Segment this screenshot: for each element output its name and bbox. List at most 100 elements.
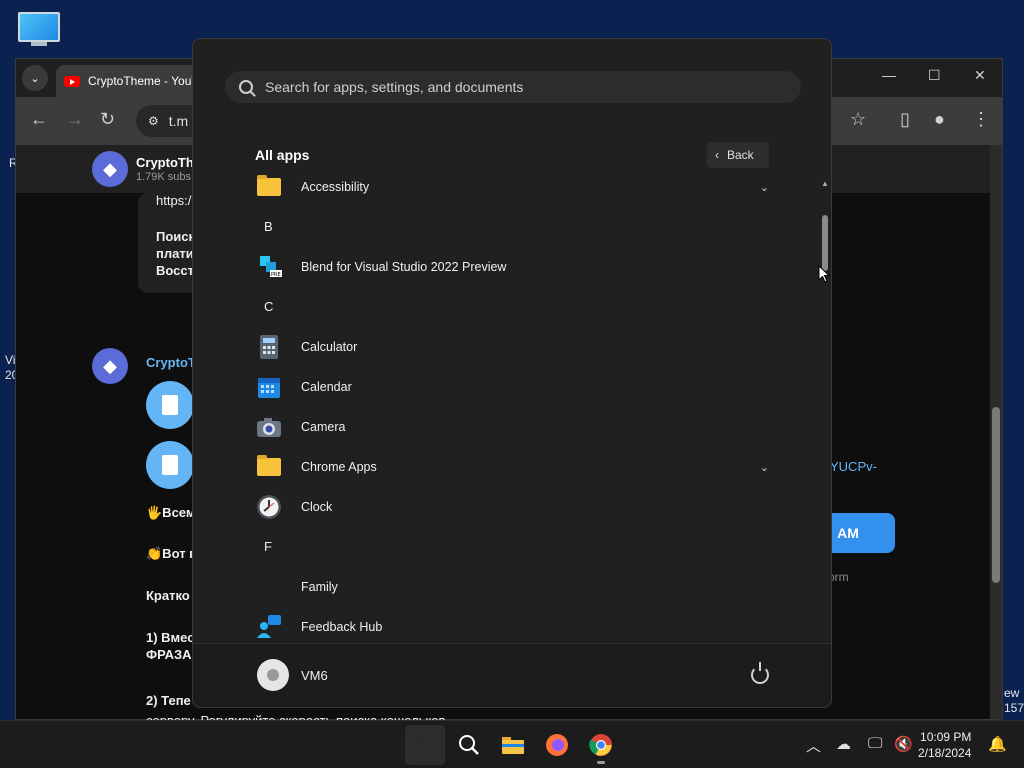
user-avatar-icon[interactable] (257, 659, 289, 691)
show-hidden-icons-chevron-icon[interactable]: ︿ (806, 735, 821, 756)
site-info-icon[interactable]: ⚙ (148, 114, 159, 128)
camera-icon (256, 414, 282, 440)
ethereum-avatar-icon: ◆ (92, 151, 128, 187)
app-item-feedback-hub[interactable]: Feedback Hub (249, 607, 779, 643)
forward-arrow-icon[interactable]: → (66, 109, 84, 130)
message-line: 👏Вот п (146, 546, 198, 561)
app-item-calendar[interactable]: Calendar (249, 367, 779, 407)
app-label: Chrome Apps (301, 460, 377, 474)
chevron-left-icon: ‹ (715, 148, 719, 162)
clock-date: 2/18/2024 (918, 746, 972, 760)
close-button[interactable]: ✕ (974, 67, 986, 84)
back-button[interactable]: ‹ Back (707, 142, 769, 168)
start-search-input[interactable]: Search for apps, settings, and documents (225, 71, 801, 103)
app-label: Feedback Hub (301, 620, 383, 634)
start-button[interactable] (405, 725, 445, 765)
app-label: Accessibility (301, 180, 370, 194)
subscriber-count: 1.79K subs (136, 171, 192, 183)
right-link[interactable]: YUCPv- (830, 459, 877, 474)
maximize-button[interactable]: ☐ (928, 67, 941, 84)
folder-icon (256, 174, 282, 200)
feedback-hub-icon (256, 614, 282, 640)
app-label: Calendar (301, 380, 352, 394)
chrome-icon (589, 734, 612, 756)
letter-header[interactable]: B (264, 219, 273, 234)
firefox-button[interactable] (537, 725, 577, 765)
sender-avatar-icon[interactable]: ◆ (92, 348, 128, 384)
message-line: ФРАЗА (146, 647, 192, 662)
side-panel-icon[interactable]: ▯ (900, 109, 910, 130)
bookmark-star-icon[interactable]: ☆ (850, 109, 866, 130)
chrome-button[interactable] (581, 725, 621, 765)
message-bubble: https:/ Поиск плати Восст (138, 193, 198, 293)
document-icon[interactable] (146, 381, 194, 429)
clock-time: 10:09 PM (920, 730, 972, 744)
scroll-up-arrow-icon[interactable]: ▲ (821, 179, 829, 188)
post-line: плати (156, 246, 194, 261)
youtube-icon (64, 75, 80, 87)
clock-icon (256, 494, 282, 520)
calendar-icon (256, 374, 282, 400)
mouse-cursor-icon (818, 265, 830, 283)
all-apps-list: Accessibility ⌄ B PRE Blend for Visual S… (193, 167, 821, 643)
desktop-edge-text: ew (1004, 686, 1020, 700)
app-label: Family (301, 580, 338, 594)
back-label: Back (727, 148, 754, 162)
message-line: 2) Тепе (146, 693, 191, 708)
message-line: 🖐️Всем (146, 505, 196, 520)
all-apps-title: All apps (255, 147, 310, 163)
app-label: Camera (301, 420, 346, 434)
document-icon[interactable] (146, 441, 194, 489)
app-item-clock[interactable]: Clock (249, 487, 779, 527)
letter-header[interactable]: C (264, 299, 273, 314)
tab-search-button[interactable]: ⌄ (22, 65, 48, 91)
app-item-accessibility[interactable]: Accessibility ⌄ (249, 167, 779, 207)
minimize-button[interactable]: — (882, 67, 896, 83)
app-label: Clock (301, 500, 333, 514)
this-pc-desktop-icon[interactable] (18, 12, 60, 48)
app-item-calculator[interactable]: Calculator (249, 327, 779, 367)
volume-muted-icon[interactable]: 🔇 (894, 735, 913, 753)
app-item-camera[interactable]: Camera (249, 407, 779, 447)
scrollbar-thumb[interactable] (822, 215, 828, 271)
search-button[interactable] (449, 725, 489, 765)
apps-list-scrollbar[interactable]: ▲ ▼ (821, 179, 829, 651)
search-icon (459, 735, 479, 755)
taskbar: ︿ ☁ 🖵 🔇 10:09 PM 2/18/2024 🔔 (0, 720, 1024, 768)
profile-icon[interactable]: ● (934, 109, 945, 130)
address-text: t.m (168, 113, 189, 129)
power-icon[interactable] (751, 662, 769, 684)
letter-header[interactable]: F (264, 539, 272, 554)
network-icon[interactable]: 🖵 (868, 735, 882, 752)
app-item-blend[interactable]: PRE Blend for Visual Studio 2022 Preview (249, 247, 779, 287)
app-item-family[interactable]: Family (249, 567, 779, 607)
app-label: Calculator (301, 340, 358, 354)
user-name[interactable]: VM6 (301, 668, 328, 683)
channel-name: CryptoTh (136, 155, 194, 170)
start-menu: Search for apps, settings, and documents… (192, 38, 832, 708)
app-label: Blend for Visual Studio 2022 Preview (301, 260, 507, 274)
family-icon (256, 574, 282, 600)
back-arrow-icon[interactable]: ← (30, 109, 48, 130)
message-line: 1) Вмес (146, 630, 195, 645)
post-link[interactable]: https:/ (156, 193, 191, 208)
firefox-icon (546, 734, 568, 756)
search-icon (239, 80, 253, 94)
onedrive-offline-icon[interactable]: ☁ (836, 735, 851, 753)
search-placeholder: Search for apps, settings, and documents (265, 79, 524, 95)
start-footer: VM6 (193, 643, 831, 707)
file-explorer-button[interactable] (493, 725, 533, 765)
more-menu-icon[interactable]: ⋮ (972, 109, 990, 130)
taskbar-clock[interactable]: 10:09 PM 2/18/2024 (918, 729, 971, 761)
message-line: Кратко (146, 588, 190, 603)
notification-bell-icon[interactable]: 🔔 (988, 735, 1007, 753)
page-scrollbar[interactable] (990, 145, 1002, 719)
chevron-down-icon[interactable]: ⌄ (760, 181, 769, 194)
reload-icon[interactable]: ↻ (100, 109, 115, 130)
chevron-down-icon[interactable]: ⌄ (760, 461, 769, 474)
tab-title: CryptoTheme - YouT (88, 74, 199, 88)
post-line: Восст (156, 263, 194, 278)
file-explorer-icon (502, 737, 524, 754)
app-item-chrome-apps[interactable]: Chrome Apps ⌄ (249, 447, 779, 487)
desktop-edge-text: Vi (5, 353, 16, 367)
